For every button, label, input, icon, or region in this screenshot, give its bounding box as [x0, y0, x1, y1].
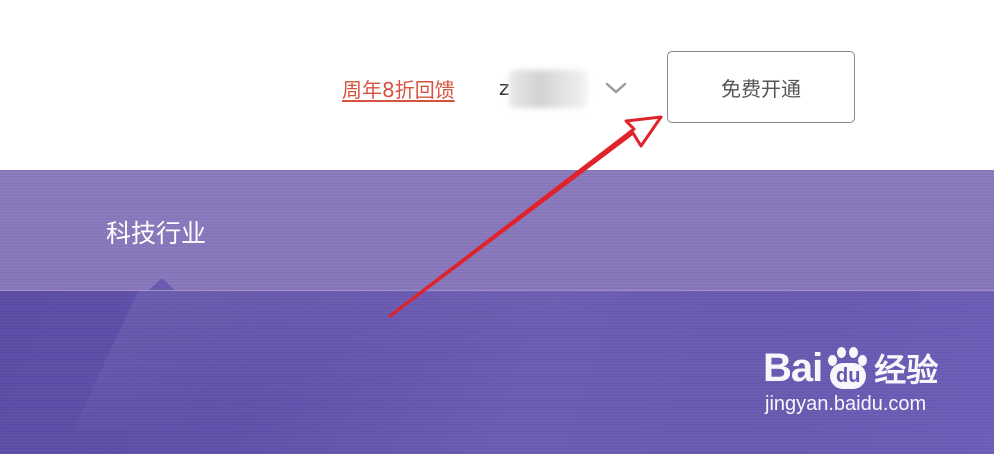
watermark-url: jingyan.baidu.com	[765, 393, 927, 415]
promo-link[interactable]: 周年8折回馈	[342, 74, 455, 103]
user-name-initial: z	[499, 76, 510, 100]
user-name[interactable]: z	[497, 66, 589, 110]
chevron-down-icon[interactable]	[600, 74, 632, 102]
free-open-button[interactable]: 免费开通	[667, 51, 855, 123]
tab-tech-industry[interactable]: 科技行业	[106, 214, 206, 250]
baidu-paw-icon: du	[824, 345, 870, 391]
top-header: 周年8折回馈 z 免费开通	[0, 0, 994, 170]
active-tab-caret-icon	[149, 278, 175, 290]
baidu-jingyan-watermark: Bai du 经验 jingyan.baidu.com	[763, 345, 938, 416]
user-name-blur	[509, 70, 587, 108]
baidu-logo: Bai du 经验	[763, 345, 939, 391]
